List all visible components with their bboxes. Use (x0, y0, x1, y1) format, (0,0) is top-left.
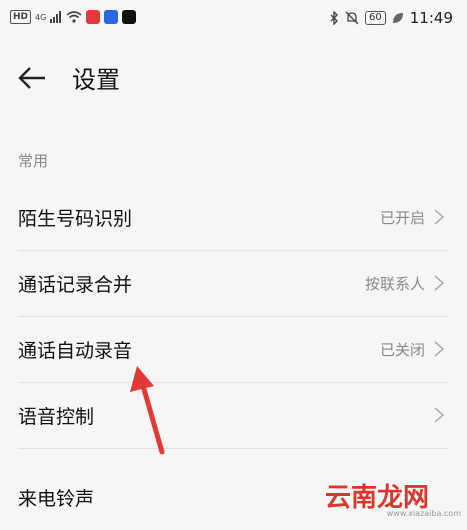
network-indicator: 4G (35, 12, 47, 22)
app-header: 设置 (0, 50, 467, 110)
status-right: 60 11:49 (329, 9, 453, 27)
setting-row-unknown-number-id[interactable]: 陌生号码识别 已开启 (0, 186, 467, 250)
back-arrow-icon[interactable] (16, 62, 48, 94)
setting-label: 陌生号码识别 (18, 208, 133, 230)
setting-value: 已开启 (379, 209, 425, 227)
divider (18, 250, 449, 251)
section-label: 常用 (18, 152, 49, 170)
setting-row-voice-control[interactable]: 语音控制 (0, 384, 467, 448)
setting-value: 已关闭 (379, 341, 425, 359)
chevron-right-icon (434, 407, 445, 423)
status-bar: HD 4G 60 11:49 (0, 0, 467, 36)
watermark: 云南龙网 www.xiazaiba.com (307, 450, 467, 520)
app-notification-icon (86, 10, 101, 24)
divider (18, 448, 449, 449)
divider (18, 382, 449, 383)
signal-icon (50, 11, 62, 23)
mute-bell-icon (345, 11, 359, 25)
setting-label: 通话记录合并 (18, 274, 133, 296)
setting-value: 按联系人 (364, 275, 425, 293)
hd-indicator: HD (10, 10, 32, 24)
chevron-right-icon (434, 209, 445, 225)
tiktok-icon (122, 10, 137, 24)
setting-row-auto-record[interactable]: 通话自动录音 已关闭 (0, 318, 467, 382)
wifi-icon (66, 11, 82, 23)
page-title: 设置 (72, 66, 120, 94)
setting-label: 来电铃声 (18, 488, 95, 510)
chevron-right-icon (434, 341, 445, 357)
setting-label: 通话自动录音 (18, 340, 133, 362)
setting-label: 语音控制 (18, 406, 95, 428)
clock: 11:49 (409, 9, 453, 27)
bluetooth-icon (330, 11, 339, 25)
leaf-icon (392, 13, 403, 23)
status-left: HD 4G (10, 10, 137, 24)
setting-row-merge-call-log[interactable]: 通话记录合并 按联系人 (0, 252, 467, 316)
battery-indicator: 60 (365, 11, 386, 25)
divider (18, 316, 449, 317)
chevron-right-icon (434, 275, 445, 291)
baidu-paw-icon (104, 10, 119, 24)
watermark-url: www.xiazaiba.com (386, 509, 461, 518)
